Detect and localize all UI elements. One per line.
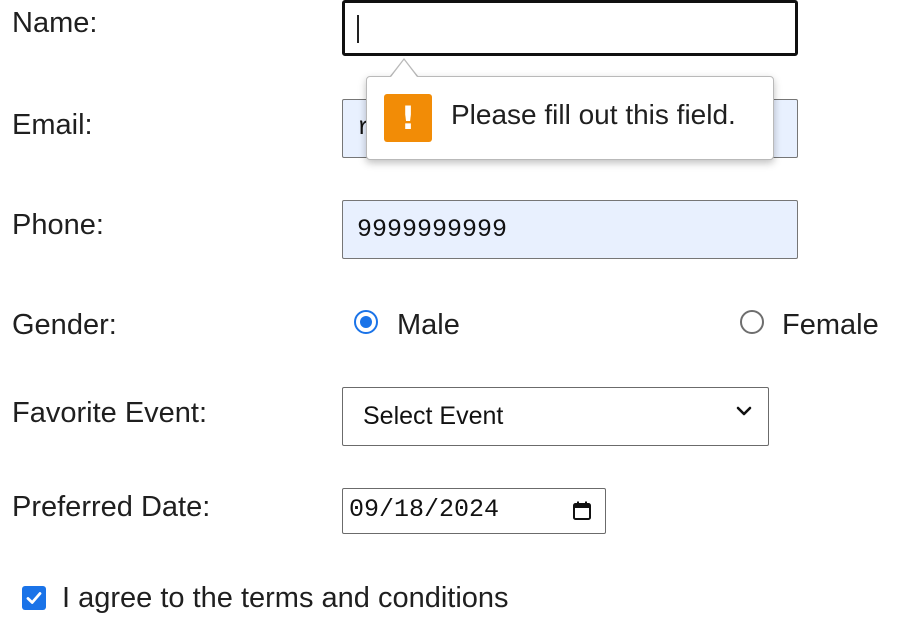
name-field[interactable] [342, 0, 798, 56]
preferred-date-label: Preferred Date: [12, 491, 211, 523]
validation-message: Please fill out this field. [451, 99, 736, 130]
phone-label: Phone: [12, 209, 104, 241]
favorite-event-select[interactable]: Select Event [342, 387, 769, 446]
favorite-event-value: Select Event [363, 402, 504, 430]
gender-female-label[interactable]: Female [782, 308, 879, 342]
checkmark-icon [26, 592, 42, 604]
favorite-event-label: Favorite Event: [12, 397, 208, 429]
gender-female-radio[interactable] [740, 310, 764, 334]
warning-icon: ! [384, 94, 432, 142]
preferred-date-input[interactable]: 09/18/2024 [342, 488, 606, 534]
gender-label: Gender: [12, 309, 117, 341]
gender-male-radio[interactable] [354, 310, 378, 334]
terms-label[interactable]: I agree to the terms and conditions [62, 581, 509, 615]
phone-value: 9999999999 [357, 215, 508, 244]
tooltip-arrow-fill [391, 60, 417, 77]
phone-field[interactable]: 9999999999 [342, 200, 798, 259]
email-label: Email: [12, 109, 93, 141]
gender-male-label[interactable]: Male [397, 308, 460, 342]
chevron-down-icon [736, 406, 752, 416]
text-caret [357, 15, 359, 43]
preferred-date-value: 09/18/2024 [349, 495, 500, 524]
name-label: Name: [12, 7, 98, 39]
calendar-icon[interactable] [571, 500, 593, 522]
terms-checkbox[interactable] [22, 586, 46, 610]
